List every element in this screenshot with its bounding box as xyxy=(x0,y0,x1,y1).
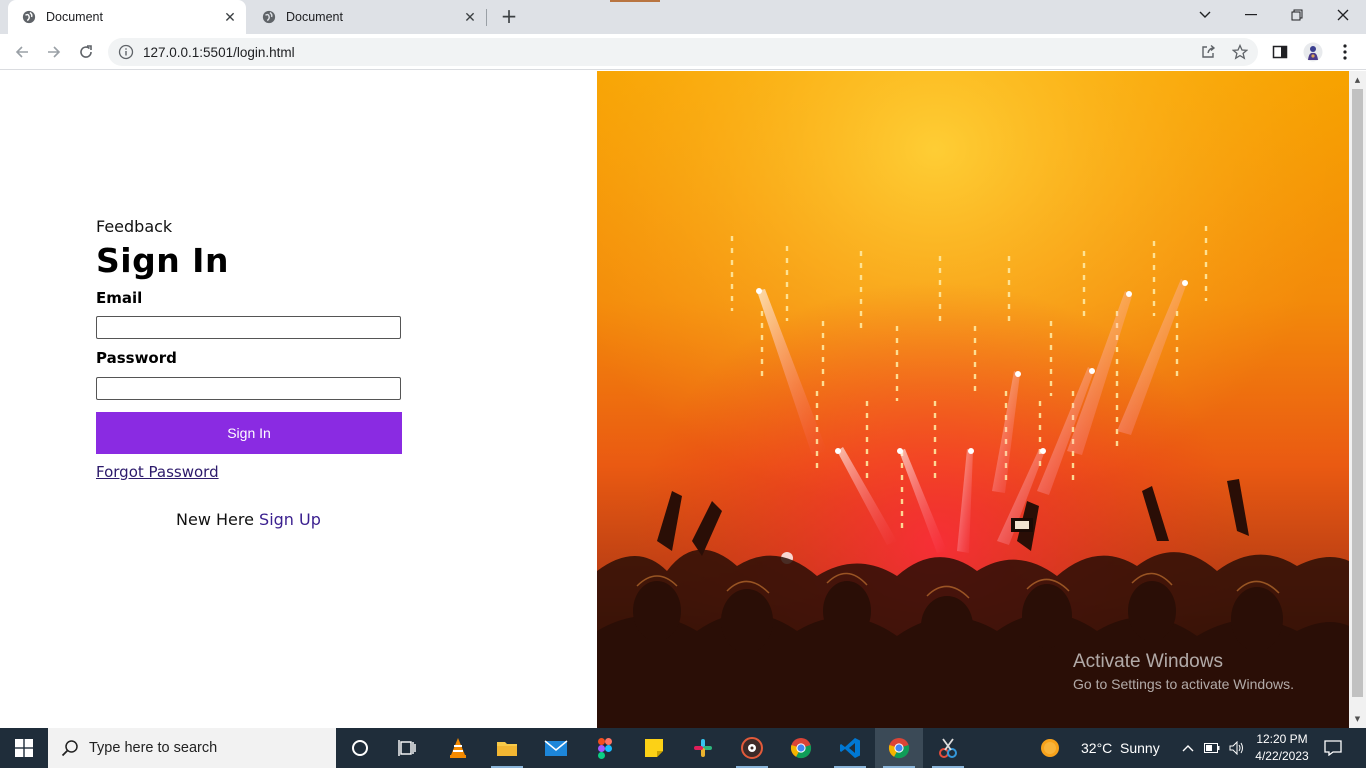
password-label: Password xyxy=(96,349,177,367)
taskbar-search[interactable]: Type here to search xyxy=(48,728,336,768)
tab-separator xyxy=(486,9,487,26)
tab-search-chevron-icon[interactable] xyxy=(1182,0,1228,30)
weather-sun-icon[interactable] xyxy=(1038,728,1062,768)
tab-accent-line xyxy=(610,0,660,2)
snipping-tool-icon[interactable] xyxy=(924,728,972,768)
email-field[interactable] xyxy=(96,316,401,339)
signup-prompt: New Here Sign Up xyxy=(176,510,321,529)
file-explorer-icon[interactable] xyxy=(483,728,531,768)
activate-windows-watermark: Activate Windows Go to Settings to activ… xyxy=(1073,651,1294,692)
reload-icon[interactable] xyxy=(74,40,98,64)
forgot-password-link[interactable]: Forgot Password xyxy=(96,463,219,481)
mail-icon[interactable] xyxy=(532,728,580,768)
tab-title: Document xyxy=(286,10,343,24)
minimize-icon[interactable] xyxy=(1228,0,1274,30)
search-icon xyxy=(61,740,78,757)
profile-avatar-icon[interactable] xyxy=(1303,42,1323,62)
back-icon[interactable] xyxy=(10,40,34,64)
windows-start-icon[interactable] xyxy=(0,728,48,768)
volume-icon[interactable] xyxy=(1226,728,1248,768)
scroll-down-arrow-icon[interactable]: ▼ xyxy=(1349,712,1366,726)
side-panel-icon[interactable] xyxy=(1270,42,1290,62)
notification-icon[interactable] xyxy=(1318,728,1348,768)
task-view-icon[interactable] xyxy=(384,728,432,768)
figma-icon[interactable] xyxy=(581,728,629,768)
weather-temp[interactable]: 32°C xyxy=(1081,740,1112,756)
sign-up-link[interactable]: Sign Up xyxy=(259,510,321,529)
vlc-icon[interactable] xyxy=(434,728,482,768)
media-player-icon[interactable] xyxy=(728,728,776,768)
weather-desc[interactable]: Sunny xyxy=(1120,740,1160,756)
scroll-up-arrow-icon[interactable]: ▲ xyxy=(1349,73,1366,87)
windows-taskbar: Type here to search 32°C Sunny 12:20 PM … xyxy=(0,728,1366,768)
bookmark-star-icon[interactable] xyxy=(1230,42,1250,62)
close-tab-icon[interactable]: ✕ xyxy=(462,9,478,25)
battery-icon[interactable] xyxy=(1202,728,1222,768)
slack-icon[interactable] xyxy=(679,728,727,768)
tab-strip: Document ✕ Document ✕ + xyxy=(0,0,1366,34)
chrome-active-icon[interactable] xyxy=(875,728,923,768)
chevron-up-icon[interactable] xyxy=(1178,728,1198,768)
login-panel: Feedback Sign In Email Password Sign In … xyxy=(0,71,597,728)
watermark-title: Activate Windows xyxy=(1073,651,1223,672)
vertical-scrollbar[interactable]: ▲ ▼ xyxy=(1349,71,1366,728)
concert-photo xyxy=(597,71,1349,728)
browser-toolbar: 127.0.0.1:5501/login.html xyxy=(0,34,1366,70)
chrome-icon[interactable] xyxy=(777,728,825,768)
new-here-text: New Here xyxy=(176,510,254,529)
watermark-subtitle: Go to Settings to activate Windows. xyxy=(1073,676,1294,692)
close-tab-icon[interactable]: ✕ xyxy=(222,9,238,25)
page-title: Sign In xyxy=(96,241,229,280)
scroll-thumb[interactable] xyxy=(1352,89,1363,697)
page-viewport: Feedback Sign In Email Password Sign In … xyxy=(0,71,1366,728)
tab-document-inactive[interactable]: Document ✕ xyxy=(248,0,486,34)
close-window-icon[interactable] xyxy=(1320,0,1366,30)
sign-in-button[interactable]: Sign In xyxy=(96,412,402,454)
forward-icon[interactable] xyxy=(42,40,66,64)
info-icon[interactable] xyxy=(118,44,134,60)
email-label: Email xyxy=(96,289,143,307)
restore-icon[interactable] xyxy=(1274,0,1320,30)
password-field[interactable] xyxy=(96,377,401,400)
tab-title: Document xyxy=(46,10,103,24)
clock-date[interactable]: 4/22/2023 xyxy=(1254,749,1310,763)
more-menu-icon[interactable] xyxy=(1335,42,1355,62)
concert-image: Activate Windows Go to Settings to activ… xyxy=(597,71,1349,728)
search-placeholder: Type here to search xyxy=(89,740,218,756)
url-text: 127.0.0.1:5501/login.html xyxy=(143,44,295,60)
clock-time[interactable]: 12:20 PM xyxy=(1256,732,1308,746)
globe-icon xyxy=(262,10,276,24)
feedback-label: Feedback xyxy=(96,217,173,236)
tab-document-active[interactable]: Document ✕ xyxy=(8,0,246,34)
cortana-icon[interactable] xyxy=(336,728,384,768)
address-bar[interactable]: 127.0.0.1:5501/login.html xyxy=(108,38,1258,66)
globe-icon xyxy=(22,10,36,24)
vscode-icon[interactable] xyxy=(826,728,874,768)
new-tab-icon[interactable]: + xyxy=(499,4,519,28)
sticky-notes-icon[interactable] xyxy=(630,728,678,768)
share-icon[interactable] xyxy=(1198,42,1218,62)
